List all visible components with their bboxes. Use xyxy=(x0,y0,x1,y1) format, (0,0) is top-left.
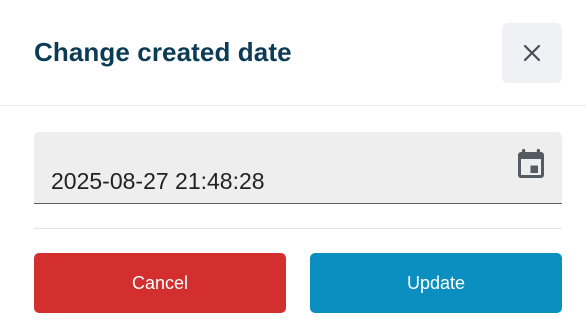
actions-divider xyxy=(34,228,562,229)
cancel-button[interactable]: Cancel xyxy=(34,253,286,313)
close-icon xyxy=(522,43,542,63)
calendar-button[interactable] xyxy=(514,148,548,185)
calendar-icon xyxy=(516,148,546,185)
close-button[interactable] xyxy=(502,23,562,83)
created-date-value[interactable]: 2025-08-27 21:48:28 xyxy=(51,168,265,194)
dialog-header: Change created date xyxy=(0,0,586,106)
dialog-title: Change created date xyxy=(34,37,292,67)
created-date-field[interactable]: 2025-08-27 21:48:28 xyxy=(34,132,562,204)
change-date-dialog: Change created date 2025-08-27 21:48:28 xyxy=(0,0,586,329)
update-button[interactable]: Update xyxy=(310,253,562,313)
